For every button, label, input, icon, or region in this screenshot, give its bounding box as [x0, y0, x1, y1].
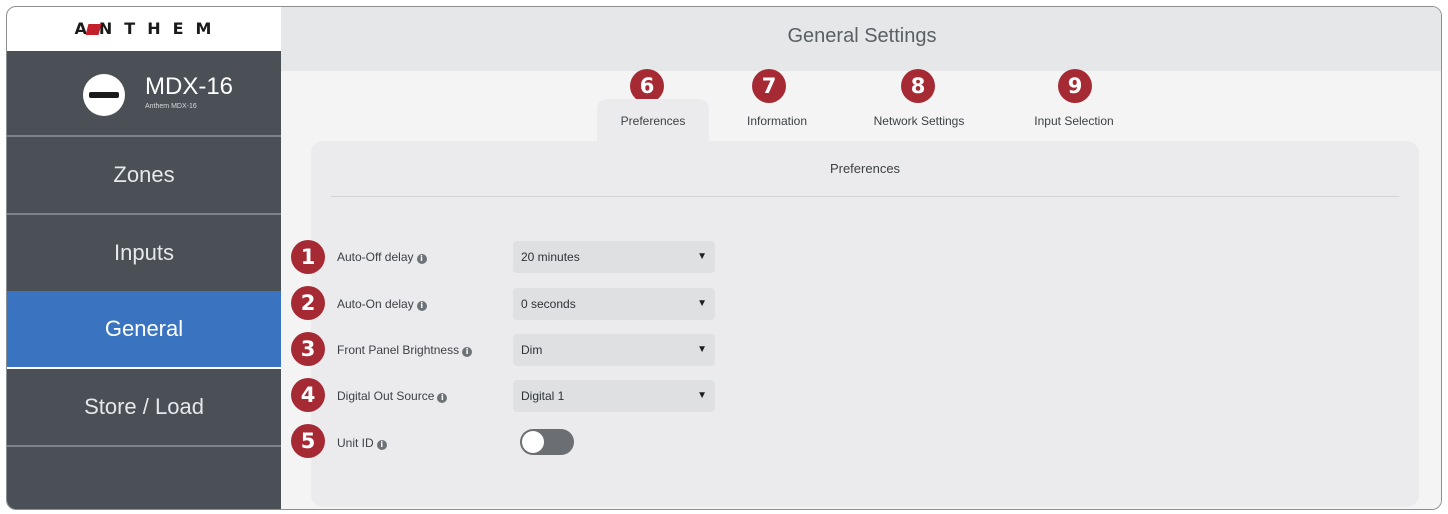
device-header: MDX-16 Anthem MDX-16 — [7, 53, 281, 135]
tab-input-selection[interactable]: Input Selection — [1015, 99, 1133, 141]
caret-down-icon: ▼ — [697, 298, 707, 309]
device-model: Anthem MDX-16 — [145, 103, 197, 110]
setting-label-text: Auto-Off delay — [337, 250, 414, 264]
logo-bar: ANTHEM — [7, 7, 281, 51]
tab-network-settings[interactable]: Network Settings — [849, 99, 989, 141]
setting-label-text: Unit ID — [337, 436, 374, 450]
select-value: 20 minutes — [521, 250, 580, 264]
auto-off-delay-select[interactable]: 20 minutes ▼ — [513, 241, 715, 273]
caret-down-icon: ▼ — [697, 251, 707, 262]
info-icon[interactable]: i — [376, 440, 387, 450]
callout-badge: 8 — [901, 69, 935, 103]
main-content: General Settings 6 7 8 9 Preferences Inf… — [281, 7, 1441, 509]
tab-information[interactable]: Information — [727, 99, 827, 141]
sidebar-item-inputs[interactable]: Inputs — [7, 215, 281, 291]
callout-badge: 7 — [752, 69, 786, 103]
divider — [7, 445, 281, 447]
digital-out-source-select[interactable]: Digital 1 ▼ — [513, 380, 715, 412]
panel-title: Preferences — [829, 161, 901, 176]
caret-down-icon: ▼ — [697, 344, 707, 355]
sidebar-item-zones[interactable]: Zones — [7, 137, 281, 213]
callout-badge: 4 — [291, 378, 325, 412]
callout-badge: 6 — [630, 69, 664, 103]
tab-bar: 6 7 8 9 Preferences Information Network … — [281, 69, 1441, 141]
brand-logo: ANTHEM — [74, 19, 224, 38]
device-name: MDX-16 — [145, 73, 234, 100]
unit-id-toggle[interactable] — [520, 429, 574, 455]
setting-label-text: Auto-On delay — [337, 297, 414, 311]
info-icon[interactable]: i — [437, 393, 448, 403]
sidebar-item-general[interactable]: General — [7, 291, 281, 367]
divider — [331, 196, 1399, 197]
unit-id-label: Unit ID i — [337, 436, 387, 450]
front-panel-brightness-label: Front Panel Brightness i — [337, 343, 473, 357]
device-icon — [83, 74, 125, 116]
auto-off-delay-label: Auto-Off delay i — [337, 250, 427, 264]
auto-on-delay-label: Auto-On delay i — [337, 297, 427, 311]
info-icon[interactable]: i — [462, 347, 473, 357]
front-panel-brightness-select[interactable]: Dim ▼ — [513, 334, 715, 366]
auto-on-delay-select[interactable]: 0 seconds ▼ — [513, 288, 715, 320]
caret-down-icon: ▼ — [697, 390, 707, 401]
setting-label-text: Front Panel Brightness — [337, 343, 460, 357]
page-title: General Settings — [281, 7, 1441, 71]
callout-badge: 9 — [1058, 69, 1092, 103]
app-window: ANTHEM MDX-16 Anthem MDX-16 Zones Inputs… — [6, 6, 1442, 510]
select-value: Digital 1 — [521, 389, 565, 403]
tab-preferences[interactable]: Preferences — [597, 99, 709, 141]
callout-badge: 5 — [291, 424, 325, 458]
select-value: Dim — [521, 343, 543, 357]
info-icon[interactable]: i — [416, 301, 427, 311]
preferences-panel: Preferences — [311, 141, 1419, 507]
sidebar: ANTHEM MDX-16 Anthem MDX-16 Zones Inputs… — [7, 7, 281, 509]
callout-badge: 1 — [291, 240, 325, 274]
info-icon[interactable]: i — [416, 254, 427, 264]
digital-out-source-label: Digital Out Source i — [337, 389, 448, 403]
callout-badge: 3 — [291, 332, 325, 366]
setting-label-text: Digital Out Source — [337, 389, 435, 403]
toggle-knob — [522, 431, 544, 453]
callout-badge: 2 — [291, 286, 325, 320]
sidebar-item-store-load[interactable]: Store / Load — [7, 369, 281, 445]
select-value: 0 seconds — [521, 297, 576, 311]
